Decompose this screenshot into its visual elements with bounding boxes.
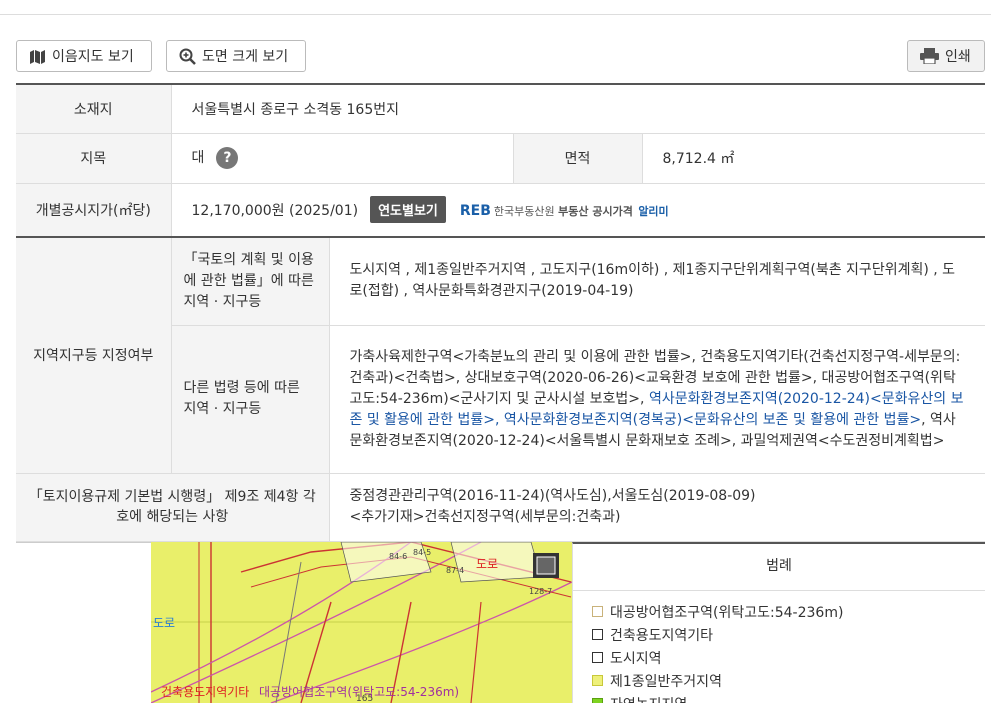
- zoning-sub1-label: 「국토의 계획 및 이용에 관한 법률」에 따른 지역 · 지구등: [170, 236, 329, 326]
- map-icon: [29, 49, 46, 64]
- zoom-in-icon: [179, 48, 196, 65]
- price-cell: 12,170,000원 (2025/01) 연도별보기 REB 한국부동산원 부동산 …: [170, 183, 986, 238]
- enforcement-row: 「토지이용규제 기본법 시행령」 제9조 제4항 각 호에 해당되는 사항 중점…: [16, 473, 986, 542]
- enforcement-label: 「토지이용규제 기본법 시행령」 제9조 제4항 각 호에 해당되는 사항: [16, 473, 329, 542]
- reb-name: 한국부동산원: [493, 205, 555, 219]
- reb-logo: REB: [459, 203, 491, 220]
- legend-item: 건축용도지역기타: [573, 623, 985, 646]
- map-label-air-defense: 대공방어협조구역(위탁고도:54-236m): [259, 685, 460, 699]
- legend-swatch: [592, 675, 603, 686]
- legend-item-label: 도시지역: [610, 650, 662, 667]
- view-eum-map-button[interactable]: 이음지도 보기: [16, 40, 152, 72]
- legend-item-label: 제1종일반주거지역: [610, 673, 722, 690]
- landcat-label: 지목: [16, 133, 171, 184]
- zoning-label: 지역지구등 지정여부: [16, 236, 171, 474]
- legend-item: 제1종일반주거지역: [573, 669, 985, 692]
- price-label: 개별공시지가(㎡당): [16, 183, 171, 238]
- land-info-table: 소재지 서울특별시 종로구 소격동 165번지 지목 대? 면적 8,712.4…: [16, 83, 986, 542]
- landcat-value: 대: [191, 150, 205, 166]
- price-row: 개별공시지가(㎡당) 12,170,000원 (2025/01) 연도별보기 REB…: [16, 183, 986, 238]
- zoning-sub2-value: 가축사육제한구역<가축분뇨의 관리 및 이용에 관한 법률>, 건축용도지역기타…: [328, 325, 986, 474]
- reb-price-alert-link[interactable]: REB 한국부동산원 부동산 공시가격 알리미: [460, 203, 669, 219]
- map-legend: 범례 대공방어협조구역(위탁고도:54-236m) 건축용도지역기타 도시지역 …: [572, 542, 985, 703]
- help-icon[interactable]: ?: [216, 147, 239, 169]
- yearly-view-button[interactable]: 연도별보기: [370, 196, 446, 224]
- map-road-label: 도로: [476, 557, 499, 571]
- map-parcel-87-4: 87-4: [446, 566, 465, 575]
- zoning-sub1-value: 도시지역 , 제1종일반주거지역 , 고도지구(16m이하) , 제1종지구단위…: [328, 236, 986, 326]
- map-parcel-84-5: 84-5: [413, 548, 432, 557]
- enforcement-line-2: <추가기재>건축선지정구역(세부문의:건축과): [349, 509, 621, 525]
- map-label-building-use: 건축용도지역기타: [161, 685, 250, 699]
- legend-swatch: [592, 629, 603, 640]
- map-margin: [16, 542, 151, 703]
- reb-desc: 부동산 공시가격: [558, 205, 633, 219]
- price-value: 12,170,000원 (2025/01): [191, 203, 359, 220]
- legend-swatch: [592, 606, 603, 617]
- legend-item-label: 대공방어협조구역(위탁고도:54-236m): [610, 604, 844, 621]
- map-road-label-left: 도로: [153, 616, 176, 630]
- view-large-drawing-button[interactable]: 도면 크게 보기: [166, 40, 306, 72]
- area-label: 면적: [512, 133, 642, 184]
- legend-item: 자연녹지지역: [573, 692, 985, 703]
- view-eum-map-label: 이음지도 보기: [52, 49, 134, 65]
- legend-title: 범례: [573, 544, 985, 591]
- enforcement-value: 중점경관관리구역(2016-11-24)(역사도심),서울도심(2019-08-…: [328, 473, 986, 542]
- land-use-map[interactable]: 도로 도로 84-6 84-5 87-4 128-7 165 건축용도지역기타 …: [151, 542, 572, 703]
- map-parcel-84-6: 84-6: [389, 552, 408, 561]
- landcat-row: 지목 대? 면적 8,712.4 ㎡: [16, 133, 986, 184]
- map-drawing: [151, 542, 572, 703]
- landcat-cell: 대?: [170, 133, 513, 184]
- zoning-row-1: 지역지구등 지정여부 「국토의 계획 및 이용에 관한 법률」에 따른 지역 ·…: [16, 236, 986, 474]
- location-row: 소재지 서울특별시 종로구 소격동 165번지: [16, 83, 986, 134]
- legend-list: 대공방어협조구역(위탁고도:54-236m) 건축용도지역기타 도시지역 제1종…: [573, 591, 985, 703]
- legend-item: 도시지역: [573, 646, 985, 669]
- location-value: 서울특별시 종로구 소격동 165번지: [170, 83, 986, 134]
- legend-item: 대공방어협조구역(위탁고도:54-236m): [573, 600, 985, 623]
- map-parcel-128-7: 128-7: [529, 587, 553, 596]
- view-large-drawing-label: 도면 크게 보기: [202, 49, 289, 65]
- top-divider: [0, 14, 991, 15]
- print-button[interactable]: 인쇄: [907, 40, 985, 72]
- reb-alert: 알리미: [638, 205, 669, 219]
- zoning-sub2-label: 다른 법령 등에 따른 지역 · 지구등: [170, 325, 329, 474]
- legend-item-label: 건축용도지역기타: [610, 627, 714, 644]
- print-label: 인쇄: [945, 49, 971, 65]
- legend-swatch: [592, 652, 603, 663]
- area-value: 8,712.4 ㎡: [641, 133, 986, 184]
- legend-item-label: 자연녹지지역: [610, 694, 687, 703]
- location-label: 소재지: [16, 83, 171, 134]
- enforcement-line-1: 중점경관관리구역(2016-11-24)(역사도심),서울도심(2019-08-…: [349, 488, 756, 504]
- printer-icon: [920, 48, 939, 64]
- legend-swatch: [592, 698, 603, 703]
